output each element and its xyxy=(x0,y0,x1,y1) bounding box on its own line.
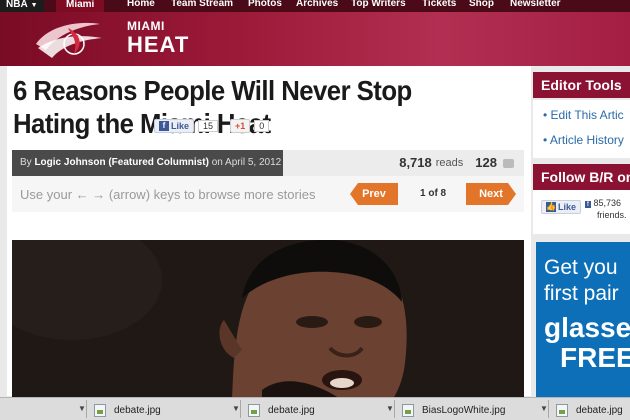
publish-date: April 5, 2012 xyxy=(225,157,282,168)
nav-item-newsletter[interactable]: Newsletter xyxy=(510,0,561,9)
fans-suffix: friends. xyxy=(597,210,627,220)
comment-icon[interactable] xyxy=(503,158,514,168)
google-plus-button[interactable]: +1 xyxy=(230,119,251,133)
download-item[interactable]: BiasLogoWhite.jpg xyxy=(402,401,505,419)
google-plus-count: 0 xyxy=(254,120,270,132)
download-item[interactable]: debate.jpg xyxy=(248,401,315,419)
downloads-bar: ▼ debate.jpg ▼ debate.jpg ▼ BiasLogoWhit… xyxy=(0,397,630,420)
google-plus-widget: +1 0 xyxy=(230,119,270,133)
team-wordmark: MIAMI HEAT xyxy=(127,20,189,56)
facebook-like-count: 15 xyxy=(198,120,219,132)
author-link[interactable]: Logic Johnson (Featured Columnist) xyxy=(34,157,208,168)
team-header: MIAMI HEAT xyxy=(0,12,630,66)
facebook-like-widget: f Like 15 xyxy=(154,119,219,133)
byline-on: on xyxy=(211,157,223,168)
advertisement[interactable]: Get you first pair glasse FREE xyxy=(536,242,630,400)
nav-item-photos[interactable]: Photos xyxy=(248,0,282,9)
image-file-icon xyxy=(556,403,568,417)
chevron-down-icon: ▼ xyxy=(30,2,38,9)
comments-count[interactable]: 128 xyxy=(475,150,497,176)
nav-item-team-stream[interactable]: Team Stream xyxy=(171,0,233,9)
follow-widget: 👍 Like f 85,736 friends. xyxy=(533,190,630,234)
download-item[interactable]: debate.jpg xyxy=(556,401,623,419)
facebook-icon: f xyxy=(159,121,169,131)
facebook-icon: f xyxy=(585,201,591,208)
google-plus-label: +1 xyxy=(235,121,246,131)
article-stats: 8,718 reads 128 xyxy=(399,150,514,176)
sidebar-like-button[interactable]: 👍 Like xyxy=(541,200,582,214)
ad-line-4: FREE xyxy=(560,342,630,373)
nav-item-archives[interactable]: Archives xyxy=(296,0,338,9)
download-filename: BiasLogoWhite.jpg xyxy=(422,404,506,416)
fans-count: 85,736 xyxy=(593,198,621,208)
ad-line-2: first pair xyxy=(544,282,619,305)
editor-tools-list: • Edit This Artic • Article History xyxy=(533,100,630,158)
chevron-down-icon[interactable]: ▼ xyxy=(232,404,240,413)
list-item[interactable]: • Article History xyxy=(543,133,624,147)
reads-count: 8,718 xyxy=(399,155,432,170)
download-filename: debate.jpg xyxy=(268,404,315,416)
edit-article-link[interactable]: Edit This Artic xyxy=(551,108,624,122)
image-file-icon xyxy=(402,403,414,417)
article-photo xyxy=(12,240,524,400)
image-file-icon xyxy=(248,403,260,417)
heat-logo[interactable] xyxy=(28,14,108,64)
prev-button[interactable]: Prev xyxy=(350,183,398,205)
download-filename: debate.jpg xyxy=(576,404,623,416)
fans-text: f 85,736 friends. xyxy=(585,198,627,221)
league-label: NBA xyxy=(6,0,28,10)
team-mascot: HEAT xyxy=(127,32,190,57)
download-item[interactable]: debate.jpg xyxy=(94,401,161,419)
nav-team[interactable]: Miami xyxy=(56,0,105,12)
chevron-down-icon[interactable]: ▼ xyxy=(386,404,394,413)
follow-heading: Follow B/R on I xyxy=(533,164,630,190)
byline-bar: By Logic Johnson (Featured Columnist) on… xyxy=(12,150,524,176)
separator xyxy=(394,400,395,418)
byline-by: By xyxy=(20,157,32,168)
league-dropdown[interactable]: NBA ▼ xyxy=(0,0,44,12)
sidebar-like-label: Like xyxy=(558,202,577,212)
nav-item-top-writers[interactable]: Top Writers xyxy=(351,0,406,9)
browse-hint: Use your ← → (arrow) keys to browse more… xyxy=(20,187,316,202)
ad-line-3: glasse xyxy=(544,312,630,343)
chevron-down-icon[interactable]: ▼ xyxy=(78,404,86,413)
facebook-like-label: Like xyxy=(171,121,190,131)
facebook-like-button[interactable]: f Like xyxy=(154,119,195,133)
byline: By Logic Johnson (Featured Columnist) on… xyxy=(12,150,283,176)
separator xyxy=(86,400,87,418)
next-button[interactable]: Next xyxy=(466,183,516,205)
separator xyxy=(548,400,549,418)
nav-item-shop[interactable]: Shop xyxy=(469,0,494,9)
nav-item-home[interactable]: Home xyxy=(127,0,155,9)
separator xyxy=(240,400,241,418)
reads-label: reads xyxy=(435,157,464,169)
team-city: MIAMI xyxy=(127,19,165,33)
image-file-icon xyxy=(94,403,106,417)
top-nav: NBA ▼ Miami Home Team Stream Photos Archi… xyxy=(0,0,630,12)
page-indicator: 1 of 8 xyxy=(420,188,447,199)
list-item[interactable]: • Edit This Artic xyxy=(543,108,624,122)
nav-item-tickets[interactable]: Tickets xyxy=(422,0,456,9)
chevron-down-icon[interactable]: ▼ xyxy=(540,404,548,413)
download-filename: debate.jpg xyxy=(114,404,161,416)
article-history-link[interactable]: Article History xyxy=(550,133,624,147)
ad-line-1: Get you xyxy=(544,256,618,279)
player-photo-illustration xyxy=(12,240,524,400)
thumbs-up-icon: 👍 xyxy=(546,202,556,212)
editor-tools-heading: Editor Tools xyxy=(533,72,630,98)
slideshow-nav: Use your ← → (arrow) keys to browse more… xyxy=(12,176,524,212)
